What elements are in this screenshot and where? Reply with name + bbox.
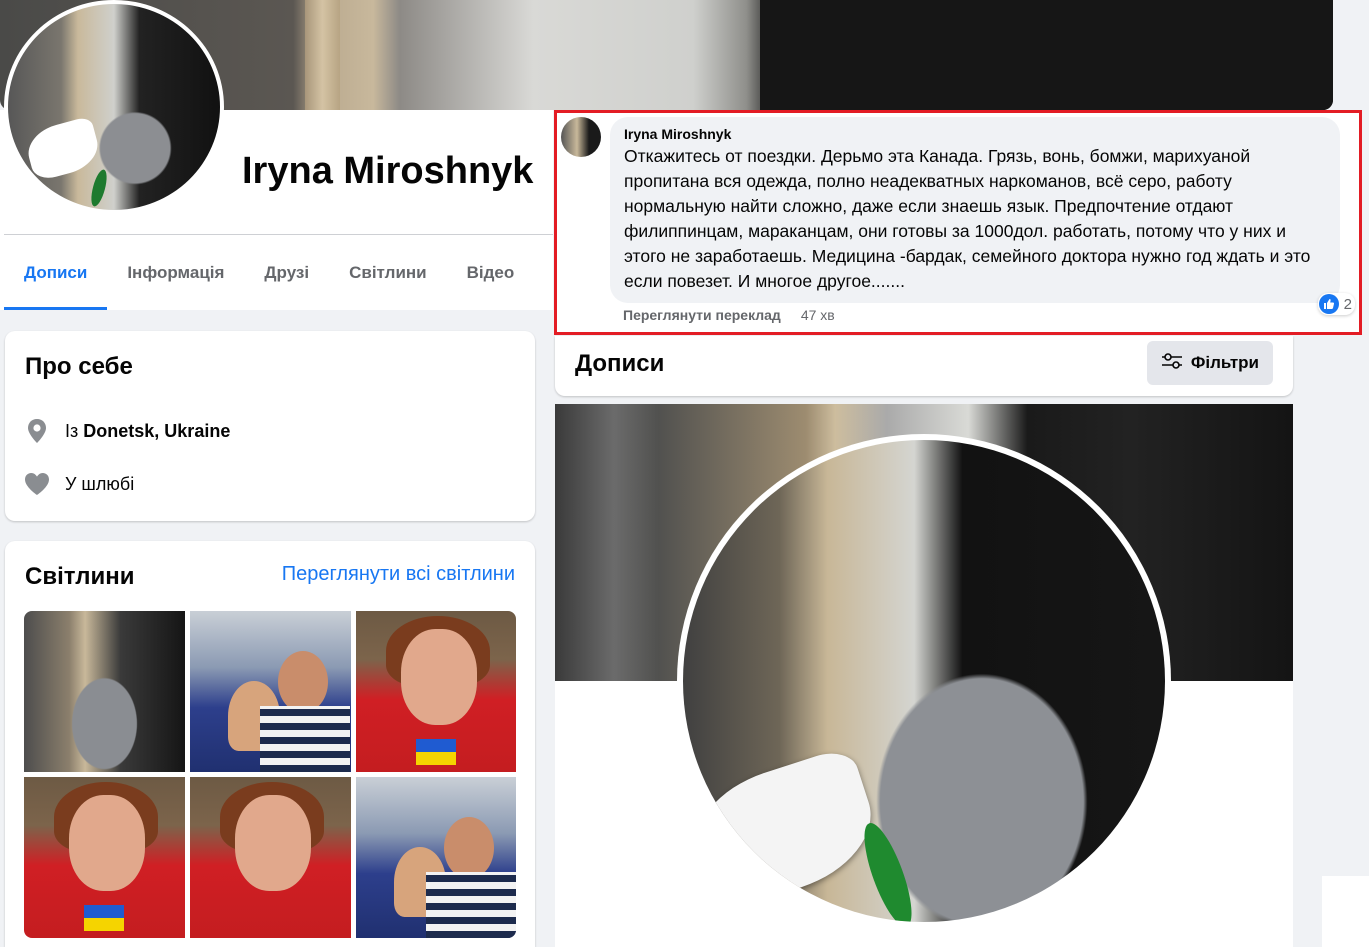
- photo-face: [69, 795, 145, 891]
- post-image[interactable]: [555, 404, 1293, 947]
- cover-post-shape: [305, 0, 340, 110]
- cover-dark-area: [760, 0, 1333, 110]
- tab-friends[interactable]: Друзі: [244, 252, 329, 310]
- photo-figure: [444, 817, 494, 879]
- photo-shirt: [260, 706, 350, 772]
- posts-header-card: Дописи Фільтри: [555, 336, 1293, 396]
- page-edge: [1322, 876, 1369, 947]
- photo-figure: [278, 651, 328, 713]
- about-hometown: Із Donetsk, Ukraine: [23, 417, 230, 445]
- see-translation-link[interactable]: Переглянути переклад: [623, 307, 781, 323]
- comment-timestamp[interactable]: 47 хв: [801, 307, 835, 323]
- photo-thumbnail[interactable]: [24, 777, 185, 938]
- filters-label: Фільтри: [1190, 353, 1259, 372]
- filters-button[interactable]: Фільтри: [1146, 341, 1273, 385]
- comment-reactions[interactable]: 2: [1317, 293, 1355, 315]
- about-relationship: У шлюбі: [23, 470, 134, 498]
- comment-bubble: Iryna Miroshnyk Откажитесь от поездки. Д…: [610, 117, 1340, 303]
- dove-icon: [683, 745, 888, 915]
- photo-shirt: [426, 872, 516, 938]
- olive-branch-icon: [855, 818, 921, 922]
- comment-author[interactable]: Iryna Miroshnyk: [624, 125, 1326, 143]
- olive-branch-icon: [88, 168, 110, 208]
- hometown-prefix: Із: [65, 420, 79, 441]
- posts-title: Дописи: [575, 350, 665, 377]
- header-divider: [4, 234, 553, 235]
- relationship-status: У шлюбі: [65, 473, 135, 494]
- tab-posts[interactable]: Дописи: [4, 252, 108, 310]
- dove-icon: [22, 115, 104, 183]
- highlighted-comment: Iryna Miroshnyk Откажитесь от поездки. Д…: [554, 110, 1362, 335]
- comment-text: Откажитесь от поездки. Дерьмо эта Канада…: [624, 146, 1311, 291]
- location-pin-icon: [23, 417, 51, 445]
- photo-thumbnail[interactable]: [356, 777, 516, 938]
- ukraine-flag-icon: [416, 739, 456, 765]
- photo-face: [235, 795, 311, 891]
- photo-thumbnail[interactable]: [24, 611, 185, 772]
- photo-grid: [24, 611, 516, 938]
- heart-icon: [23, 470, 51, 498]
- profile-tabs: Дописи Інформація Друзі Світлини Відео: [4, 252, 534, 310]
- hometown-place[interactable]: Donetsk, Ukraine: [83, 421, 230, 442]
- photos-card: Світлини Переглянути всі світлини: [5, 541, 535, 947]
- see-all-photos-link[interactable]: Переглянути всі світлини: [282, 563, 515, 586]
- post-avatar-image: [683, 440, 1165, 922]
- tab-videos[interactable]: Відео: [447, 252, 535, 310]
- tab-photos[interactable]: Світлини: [329, 252, 447, 310]
- ukraine-flag-icon: [84, 905, 124, 931]
- about-title: Про себе: [25, 353, 133, 380]
- comment-actions: Переглянути переклад 47 хв: [623, 307, 835, 323]
- reaction-count: 2: [1343, 295, 1352, 313]
- profile-name: Iryna Miroshnyk: [242, 150, 534, 192]
- filter-sliders-icon: [1161, 352, 1183, 375]
- photos-title: Світлини: [25, 563, 135, 590]
- tab-about[interactable]: Інформація: [107, 252, 244, 310]
- like-icon: [1318, 294, 1339, 314]
- profile-avatar[interactable]: [4, 0, 224, 214]
- photo-face: [401, 629, 477, 725]
- comment-avatar[interactable]: [561, 117, 601, 157]
- about-card: Про себе Із Donetsk, Ukraine У шлюбі: [5, 331, 535, 521]
- photo-thumbnail[interactable]: [190, 611, 351, 772]
- photo-thumbnail[interactable]: [356, 611, 516, 772]
- photo-thumbnail[interactable]: [190, 777, 351, 938]
